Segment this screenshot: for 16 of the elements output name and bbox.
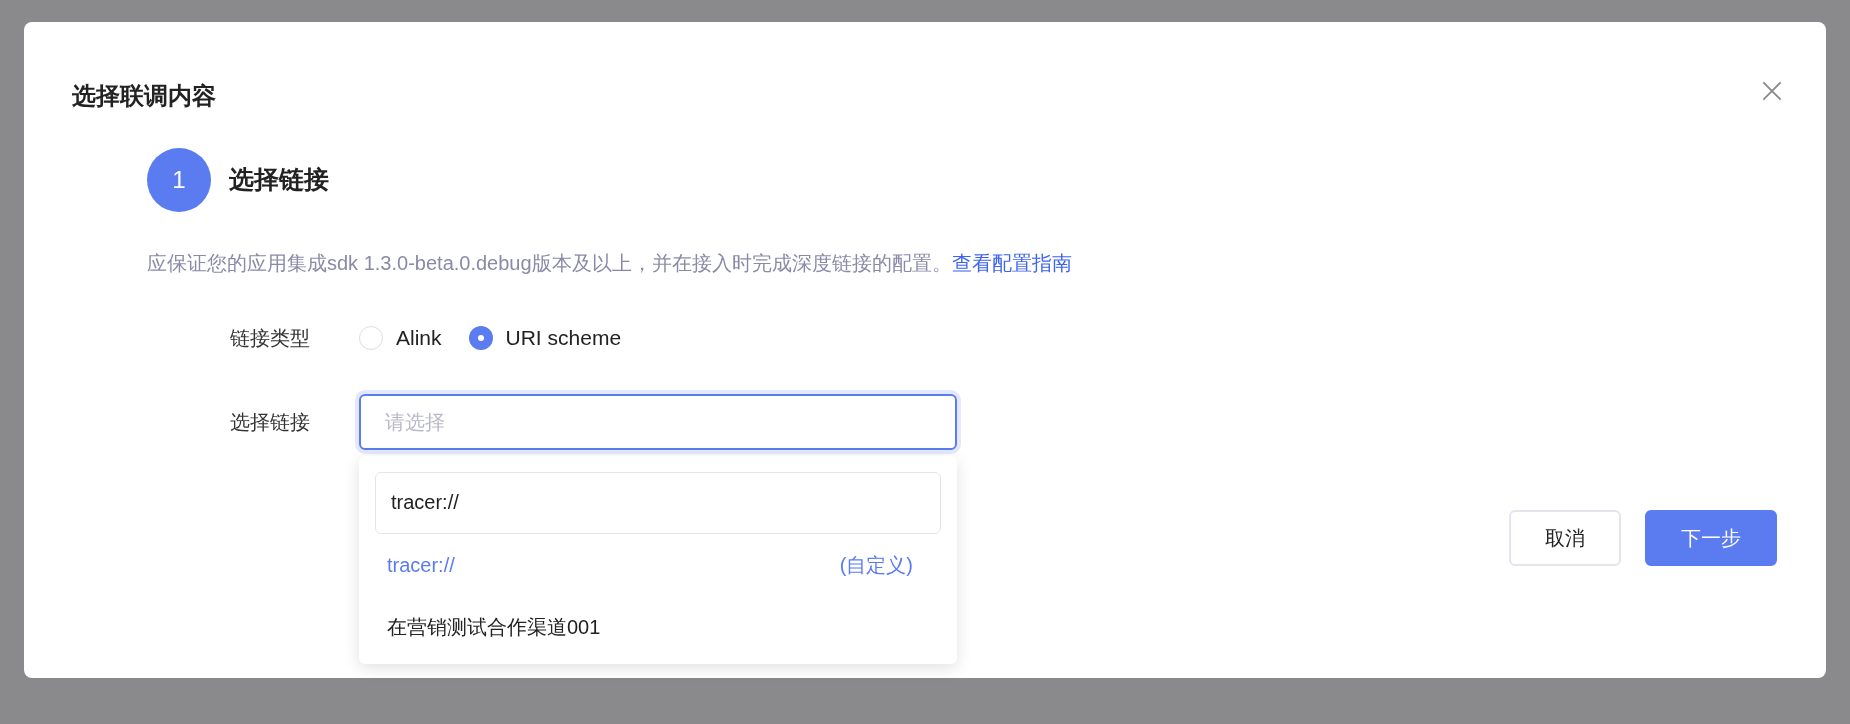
step-number: 1 [147,148,211,212]
radio-option[interactable]: URI scheme [468,322,622,354]
next-button[interactable]: 下一步 [1645,509,1777,566]
dialog-title: 选择联调内容 [72,81,216,111]
description-text: 应保证您的应用集成sdk 1.3.0-beta.0.debug版本及以上，并在接入时完成深度链接的配置。查看配置指南 [147,251,1073,276]
radio-option[interactable]: Alink [359,322,442,354]
field-label: 链接类型 [230,325,311,351]
dropdown-option[interactable]: tracer:// (自定义) [375,533,941,596]
cancel-button[interactable]: 取消 [1509,509,1621,566]
dropdown-option[interactable]: 在营销测试合作渠道001 [375,595,941,658]
guide-link[interactable]: 查看配置指南 [951,252,1072,274]
search-input[interactable]: tracer:// [375,471,941,534]
radio-button[interactable] [468,325,493,350]
radio-button[interactable] [359,325,383,350]
step-title: 选择链接 [229,164,329,196]
field-label: 选择链接 [230,409,311,435]
